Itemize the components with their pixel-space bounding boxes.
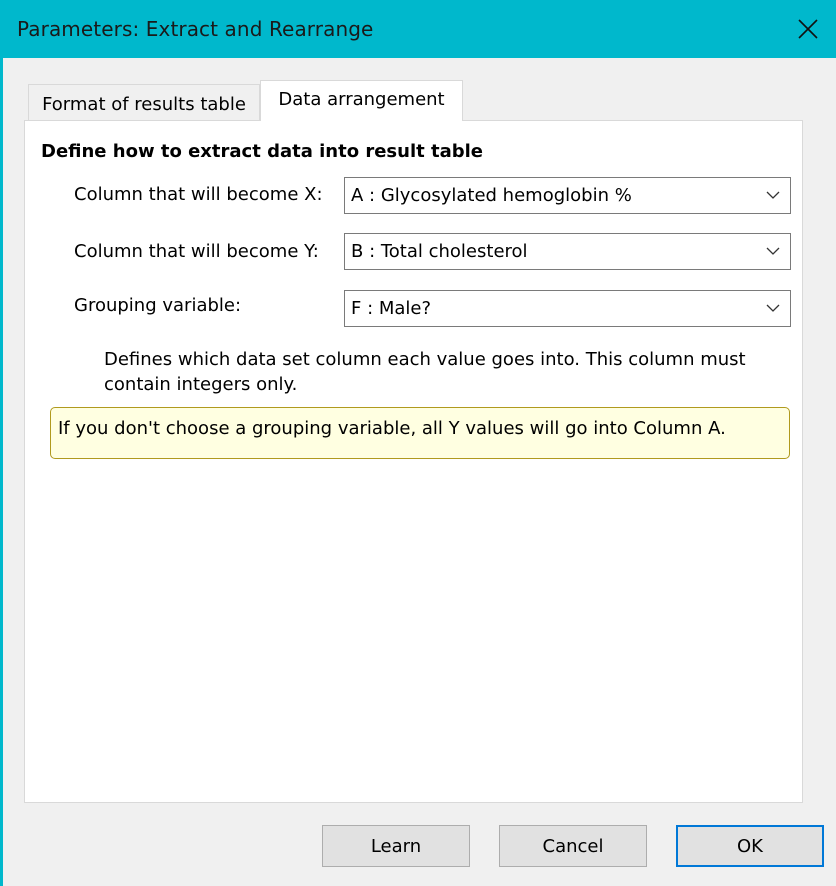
y-column-value: B : Total cholesterol — [351, 241, 528, 262]
ok-button[interactable]: OK — [676, 825, 824, 867]
cancel-button[interactable]: Cancel — [499, 825, 647, 867]
section-heading: Define how to extract data into result t… — [41, 141, 484, 162]
tab-panel-data-arrangement — [24, 120, 803, 803]
chevron-down-icon — [766, 191, 780, 199]
tab-format-of-results-table[interactable]: Format of results table — [28, 84, 260, 120]
x-column-label: Column that will become X: — [74, 184, 323, 205]
grouping-help-text: Defines which data set column each value… — [104, 349, 746, 395]
window-title: Parameters: Extract and Rearrange — [17, 17, 374, 41]
info-message: If you don't choose a grouping variable,… — [58, 418, 726, 439]
grouping-variable-value: F : Male? — [351, 298, 432, 319]
chevron-down-icon — [766, 247, 780, 255]
learn-button[interactable]: Learn — [322, 825, 470, 867]
close-button[interactable] — [788, 9, 828, 49]
close-x-icon — [798, 19, 818, 39]
title-bar: Parameters: Extract and Rearrange — [0, 0, 836, 58]
y-column-select[interactable]: B : Total cholesterol — [344, 233, 791, 270]
x-column-select[interactable]: A : Glycosylated hemoglobin % — [344, 177, 791, 214]
window-left-border — [0, 0, 3, 886]
grouping-variable-select[interactable]: F : Male? — [344, 290, 791, 327]
y-column-label: Column that will become Y: — [74, 241, 319, 262]
info-box: If you don't choose a grouping variable,… — [50, 407, 790, 459]
tab-label: Data arrangement — [278, 88, 445, 110]
grouping-variable-label: Grouping variable: — [74, 295, 242, 316]
chevron-down-icon — [766, 304, 780, 312]
tab-label: Format of results table — [42, 93, 246, 115]
x-column-value: A : Glycosylated hemoglobin % — [351, 185, 632, 206]
tab-data-arrangement[interactable]: Data arrangement — [260, 80, 463, 121]
